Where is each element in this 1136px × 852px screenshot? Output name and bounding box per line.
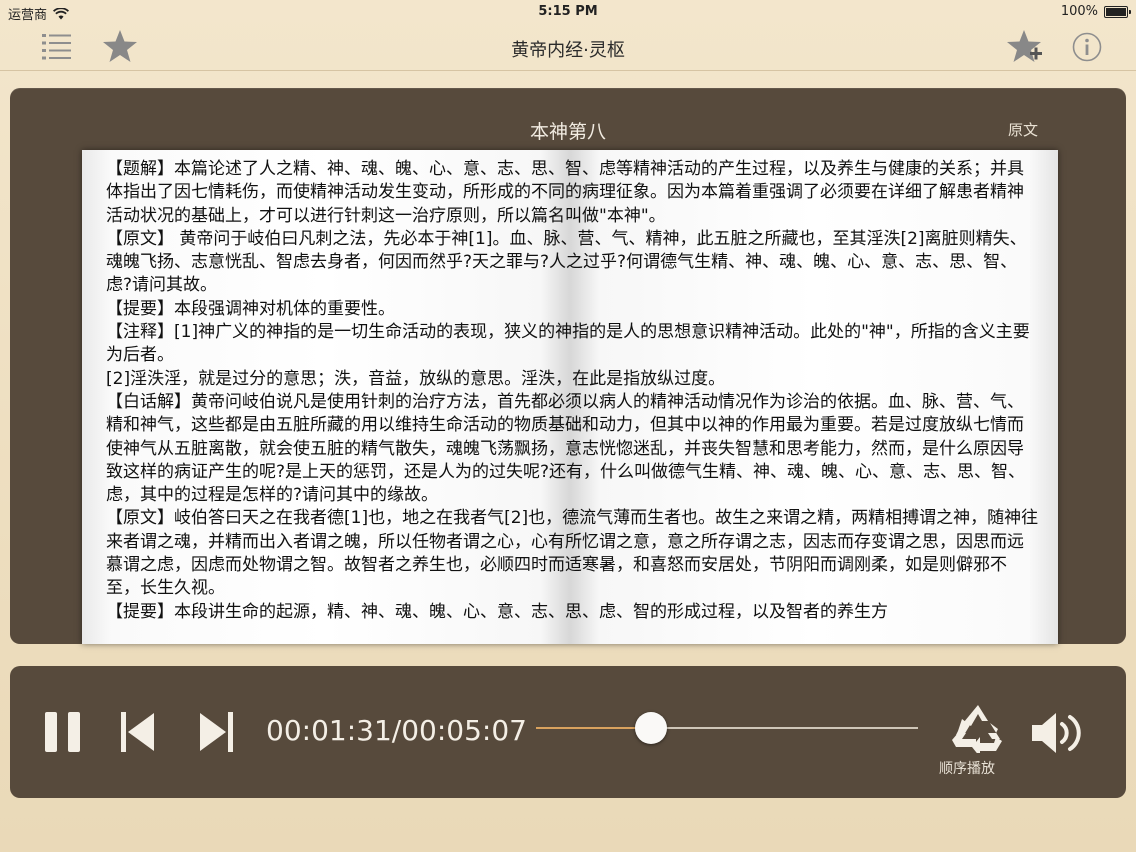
paragraph: 【提要】本段讲生命的起源，精、神、魂、魄、心、意、志、思、虑、智的形成过程，以及… [106, 601, 888, 622]
battery-icon [1104, 5, 1131, 18]
previous-icon[interactable] [120, 711, 156, 753]
pause-icon[interactable] [44, 711, 82, 753]
next-icon[interactable] [198, 711, 234, 753]
chapter-text: 【题解】本篇论述了人之精、神、魂、魄、心、意、志、思、智、虑等精神活动的产生过程… [106, 158, 1040, 624]
audio-player: 00:01:31/00:05:07 顺序播放 [10, 666, 1126, 798]
paragraph: 【题解】本篇论述了人之精、神、魂、魄、心、意、志、思、智、虑等精神活动的产生过程… [106, 159, 1024, 226]
volume-icon[interactable] [1030, 710, 1086, 756]
info-icon[interactable] [1072, 32, 1102, 62]
play-mode-label[interactable]: 顺序播放 [939, 758, 995, 778]
star-add-icon[interactable] [1006, 29, 1046, 65]
reader-panel: 本神第八 原文 【题解】本篇论述了人之精、神、魂、魄、心、意、志、思、智、虑等精… [10, 88, 1126, 644]
clock: 5:15 PM [538, 4, 598, 19]
paragraph: 【原文】 黄帝问于岐伯曰凡刺之法，先必本于神[1]。血、脉、营、气、精神，此五脏… [106, 228, 1027, 296]
paragraph: 【白话解】黄帝问岐伯说凡是使用针刺的治疗方法，首先都必须以病人的精神活动情况作为… [106, 391, 1026, 506]
battery-percent: 100% [1060, 4, 1098, 19]
paragraph: 【注释】[1]神广义的神指的是一切生命活动的表现，狭义的神指的是人的思想意识精神… [106, 322, 1030, 366]
recycle-icon[interactable] [952, 703, 1004, 753]
nav-bar: 黄帝内经·灵枢 [0, 24, 1136, 70]
paragraph: 【提要】本段强调神对机体的重要性。 [106, 298, 395, 319]
battery-group: 100% [1060, 4, 1131, 19]
progress-knob[interactable] [634, 712, 667, 744]
progress-slider[interactable] [536, 712, 918, 744]
nav-divider [0, 70, 1136, 71]
status-bar: 运营商 5:15 PM 100% [0, 0, 1136, 24]
original-text-button[interactable]: 原文 [1008, 119, 1038, 140]
book-title: 黄帝内经·灵枢 [511, 40, 625, 61]
book-page[interactable]: 【题解】本篇论述了人之精、神、魂、魄、心、意、志、思、智、虑等精神活动的产生过程… [82, 150, 1058, 644]
progress-fill [536, 727, 651, 729]
paragraph: 【原文】岐伯答曰天之在我者德[1]也，地之在我者气[2]也，德流气薄而生者也。故… [106, 508, 1039, 599]
paragraph: [2]淫泆淫，就是过分的意思；泆，音益，放纵的意思。淫泆，在此是指放纵过度。 [106, 368, 726, 389]
chapter-title: 本神第八 [529, 121, 606, 143]
playback-time: 00:01:31/00:05:07 [266, 714, 527, 747]
